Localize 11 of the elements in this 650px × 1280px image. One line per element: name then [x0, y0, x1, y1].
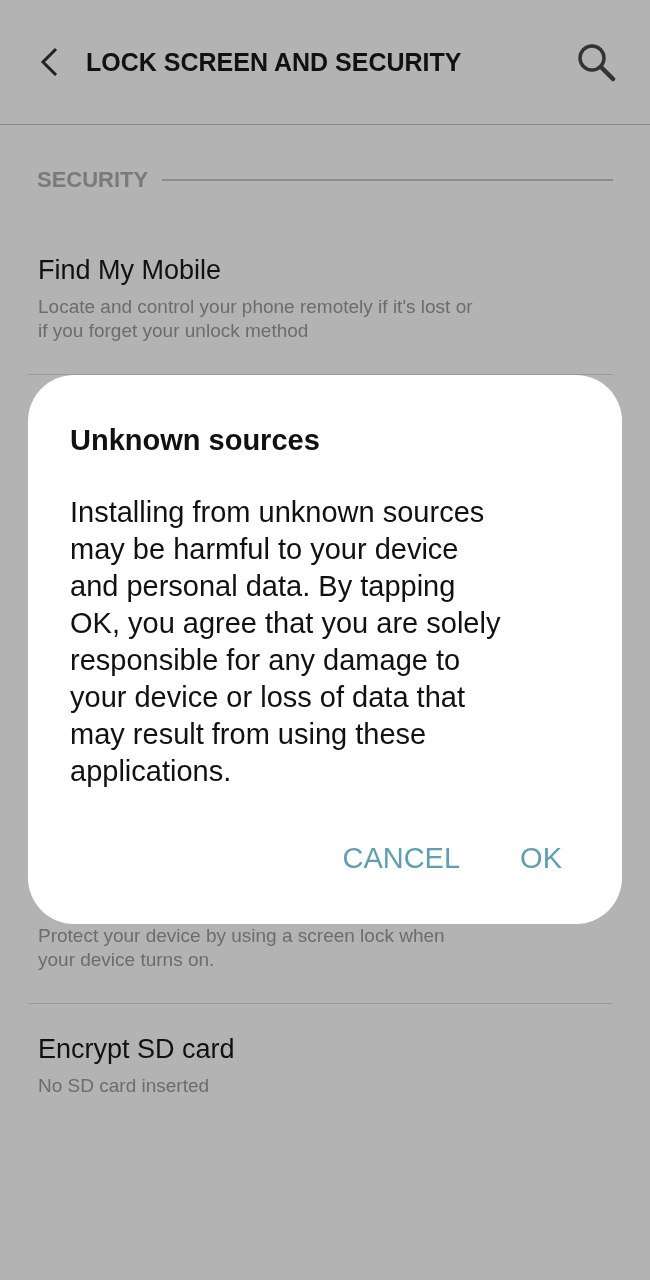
section-header: SECURITY: [37, 167, 149, 193]
setting-title[interactable]: Encrypt SD card: [38, 1032, 613, 1066]
dialog-message: Installing from unknown sources may be harmful to your device and personal data. By tapping OK, you agree that you are solely responsible for any damage to your device or loss of data that may result from using these applications.: [70, 495, 502, 789]
search-icon[interactable]: [576, 42, 616, 82]
setting-description: Protect your device by using a screen lock when your device turns on.: [38, 924, 446, 972]
dialog-title: Unknown sources: [70, 423, 321, 458]
screen-title: LOCK SCREEN AND SECURITY: [86, 47, 463, 77]
setting-description: No SD card inserted: [38, 1074, 211, 1098]
back-icon[interactable]: [38, 46, 60, 78]
setting-description: Locate and control your phone remotely if it's lost or if you forget your unlock method: [38, 295, 474, 343]
setting-title[interactable]: Find My Mobile: [38, 253, 613, 287]
